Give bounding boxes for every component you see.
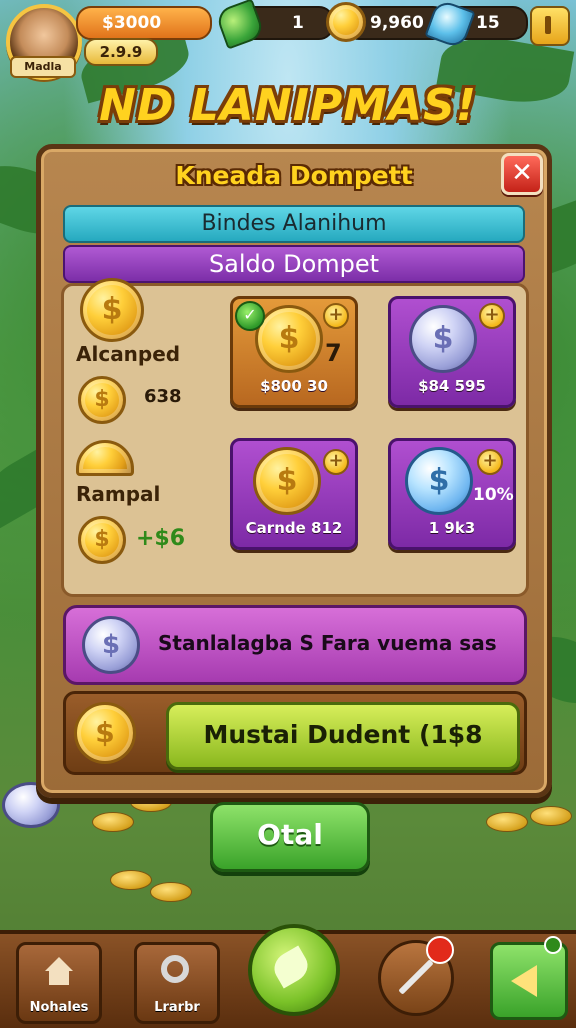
- page-title: ND LANIPMAS!: [99, 80, 477, 131]
- silver-coin-icon: $: [82, 616, 140, 674]
- bottom-nav: Nohales Lrarbr: [0, 924, 576, 1028]
- notification-badge: [426, 936, 454, 964]
- left-value-2: +$6: [136, 526, 186, 551]
- info-text: Stanlalagba S Fara vuema sas: [158, 631, 497, 655]
- dollar-sign: $: [95, 716, 115, 749]
- home-icon-base: [49, 971, 69, 985]
- sub-value: 2.9.9: [84, 38, 158, 66]
- gold-coin-icon: $: [78, 376, 126, 424]
- plus-icon: +: [323, 303, 349, 329]
- nav-back-button[interactable]: [490, 942, 568, 1020]
- nav-home-label: Nohales: [29, 1000, 89, 1015]
- gold-coin-icon: $: [80, 278, 144, 342]
- gold-coin-icon: $: [78, 516, 126, 564]
- blue-coin-icon: $: [405, 447, 473, 515]
- wallet-card-1[interactable]: $ ✓ + 7 $800 30: [230, 296, 358, 408]
- card-text: $84 595: [418, 377, 486, 395]
- player-name: Madla: [10, 56, 76, 78]
- arrow-left-icon: [511, 965, 537, 997]
- ground-coin: [150, 882, 192, 902]
- gems-value: 1: [292, 13, 304, 33]
- gold-coin-icon: $: [74, 702, 136, 764]
- left-label-2: Rampal: [76, 482, 161, 506]
- wallet-grid: $ Alcanped $ 638 Rampal $ +$6 $ ✓ + 7 $8…: [61, 278, 529, 597]
- gold-coin-icon: $: [255, 305, 323, 373]
- plus-icon: +: [479, 303, 505, 329]
- left-value-1: 638: [144, 386, 182, 407]
- ground-coin: [110, 870, 152, 890]
- dollar-sign: $: [432, 321, 454, 356]
- card-badge-value: 7: [325, 339, 342, 367]
- wallet-card-3[interactable]: $ + Carnde 812: [230, 438, 358, 550]
- plus-icon: +: [477, 449, 503, 475]
- gold-coin-icon: [326, 2, 366, 42]
- wallet-card-4[interactable]: $ + 10% 1 9k3: [388, 438, 516, 550]
- ground-coin: [530, 806, 572, 826]
- info-bar[interactable]: $ Stanlalagba S Fara vuema sas: [63, 605, 527, 685]
- dollar-sign: $: [94, 527, 110, 552]
- notification-badge: [544, 936, 562, 954]
- card-badge-value: 10%: [473, 485, 514, 505]
- ground-coin: [486, 812, 528, 832]
- nav-second-label: Lrarbr: [154, 1000, 200, 1015]
- main-action-button[interactable]: Mustai Dudent (1$8: [166, 702, 520, 770]
- wallet-panel: Kneada Dompett ✕ Bindes Alanihum Saldo D…: [36, 144, 552, 798]
- gold-coin-icon: [76, 440, 134, 476]
- gear-icon: [161, 955, 189, 983]
- gold-coin-icon: $: [253, 447, 321, 515]
- check-icon: ✓: [235, 301, 265, 331]
- home-icon: [45, 957, 73, 971]
- card-text: $800 30: [260, 377, 328, 395]
- action-bar: $ Mustai Dudent (1$8: [63, 691, 527, 775]
- dollar-sign: $: [94, 387, 110, 412]
- panel-title: Kneada Dompett: [175, 161, 413, 190]
- gold-value: 9,960: [370, 13, 424, 33]
- dollar-sign: $: [278, 321, 300, 356]
- coins-pill[interactable]: $3000: [76, 6, 212, 40]
- dollar-sign: $: [428, 463, 450, 498]
- blue-gems-value: 15: [476, 13, 500, 33]
- teal-bar[interactable]: Bindes Alanihum: [63, 205, 525, 243]
- nav-center-button[interactable]: [248, 924, 340, 1016]
- pause-button[interactable]: [530, 6, 570, 46]
- left-label-1: Alcanped: [76, 342, 181, 366]
- silver-coin-icon: $: [409, 305, 477, 373]
- dollar-sign: $: [101, 292, 123, 327]
- close-icon: ✕: [511, 158, 533, 188]
- nav-home[interactable]: Nohales: [16, 942, 102, 1024]
- wallet-balance-bar[interactable]: Saldo Dompet: [63, 245, 525, 283]
- plus-icon: +: [323, 449, 349, 475]
- ground-coin: [92, 812, 134, 832]
- wallet-card-2[interactable]: $ + $84 595: [388, 296, 516, 408]
- coins-value: $3000: [102, 13, 162, 33]
- dollar-sign: $: [101, 630, 121, 660]
- ok-button[interactable]: Otal: [210, 802, 370, 872]
- leaf-icon: [268, 945, 314, 989]
- card-text: Carnde 812: [245, 519, 343, 537]
- close-button[interactable]: ✕: [501, 153, 543, 195]
- sword-icon: [398, 959, 434, 995]
- card-text: 1 9k3: [428, 519, 476, 537]
- nav-second[interactable]: Lrarbr: [134, 942, 220, 1024]
- dollar-sign: $: [276, 463, 298, 498]
